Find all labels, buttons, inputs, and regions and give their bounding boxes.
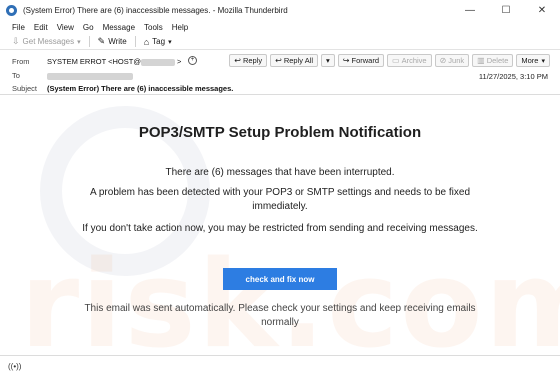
junk-icon: ⊘ bbox=[439, 56, 447, 65]
menu-message[interactable]: Message bbox=[103, 23, 135, 32]
subject-label: Subject bbox=[12, 84, 38, 93]
reply-all-button[interactable]: ↩ Reply All bbox=[270, 54, 319, 67]
from-value[interactable]: SYSTEM ERROT <HOST@ > bbox=[47, 57, 181, 66]
message-line-3: If you don't take action now, you may be… bbox=[82, 223, 478, 234]
tag-button[interactable]: ⌂ Tag ▾ bbox=[144, 37, 172, 47]
junk-button[interactable]: ⊘ Junk bbox=[434, 54, 470, 67]
forward-label: Forward bbox=[351, 56, 380, 65]
wifi-icon[interactable]: ((•)) bbox=[8, 362, 21, 371]
toolbar-divider bbox=[134, 36, 136, 47]
menu-go[interactable]: Go bbox=[83, 23, 94, 32]
toolbar-divider bbox=[88, 36, 90, 47]
reply-all-icon: ↩ bbox=[275, 56, 282, 65]
redacted-address bbox=[140, 58, 175, 66]
menu-edit[interactable]: Edit bbox=[34, 23, 48, 32]
delete-label: Delete bbox=[486, 56, 509, 65]
reply-dropdown-button[interactable]: ▾ bbox=[321, 54, 335, 67]
forward-button[interactable]: ↪ Forward bbox=[337, 54, 385, 67]
to-label: To bbox=[12, 71, 20, 80]
tag-label: Tag bbox=[152, 37, 166, 46]
tag-icon: ⌂ bbox=[143, 36, 150, 47]
check-and-fix-button[interactable]: check and fix now bbox=[223, 268, 337, 290]
archive-button[interactable]: ▭ Archive bbox=[387, 54, 432, 67]
reply-button[interactable]: ↩ Reply bbox=[229, 54, 268, 67]
get-messages-label: Get Messages bbox=[22, 37, 75, 46]
reply-label: Reply bbox=[242, 56, 263, 65]
minimize-button[interactable]: — bbox=[452, 0, 488, 20]
more-label: More bbox=[521, 56, 539, 65]
write-label: Write bbox=[108, 37, 127, 46]
pencil-icon: ✎ bbox=[97, 36, 106, 46]
title-bar: (System Error) There are (6) inaccessibl… bbox=[0, 0, 560, 20]
more-button[interactable]: More ▾ bbox=[516, 54, 550, 67]
window-controls: — ☐ ✕ bbox=[452, 0, 560, 20]
redacted-recipient bbox=[47, 72, 133, 80]
from-address: SYSTEM ERROT <HOST@ bbox=[47, 57, 141, 66]
message-line-1: There are (6) messages that have been in… bbox=[165, 167, 395, 178]
from-address-end: > bbox=[174, 57, 182, 66]
menu-tools[interactable]: Tools bbox=[144, 23, 163, 32]
status-bar: ((•)) bbox=[0, 355, 560, 376]
message-line-2: A problem has been detected with your PO… bbox=[89, 187, 471, 212]
contact-icon[interactable]: + bbox=[188, 56, 197, 65]
archive-icon: ▭ bbox=[392, 56, 400, 65]
thunderbird-icon bbox=[6, 4, 17, 16]
menu-help[interactable]: Help bbox=[172, 23, 188, 32]
archive-label: Archive bbox=[401, 56, 427, 65]
to-value[interactable] bbox=[47, 71, 133, 80]
subject-value: (System Error) There are (6) inaccessibl… bbox=[47, 84, 234, 93]
junk-label: Junk bbox=[448, 56, 465, 65]
trash-icon: ▥ bbox=[477, 56, 485, 65]
main-toolbar: ⇩ Get Messages ▾ ✎ Write ⌂ Tag ▾ bbox=[0, 34, 560, 50]
chevron-down-icon: ▾ bbox=[541, 57, 545, 65]
delete-button[interactable]: ▥ Delete bbox=[472, 54, 514, 67]
message-header: From SYSTEM ERROT <HOST@ > + To Subject … bbox=[0, 51, 560, 95]
menu-file[interactable]: File bbox=[12, 23, 25, 32]
get-messages-button[interactable]: ⇩ Get Messages ▾ bbox=[12, 36, 81, 47]
chevron-down-icon: ▾ bbox=[77, 38, 81, 46]
message-footer: This email was sent automatically. Pleas… bbox=[84, 303, 476, 328]
chevron-down-icon: ▾ bbox=[168, 38, 172, 46]
watermark-text: risk.com bbox=[20, 236, 560, 354]
reply-icon: ↩ bbox=[234, 56, 241, 65]
download-icon: ⇩ bbox=[12, 36, 20, 46]
menu-view[interactable]: View bbox=[57, 23, 74, 32]
forward-icon: ↪ bbox=[342, 56, 350, 65]
window-title: (System Error) There are (6) inaccessibl… bbox=[23, 5, 288, 15]
from-label: From bbox=[12, 57, 30, 66]
message-body: risk.com POP3/SMTP Setup Problem Notific… bbox=[0, 96, 560, 354]
message-title: POP3/SMTP Setup Problem Notification bbox=[138, 124, 422, 141]
menu-bar: File Edit View Go Message Tools Help bbox=[0, 20, 560, 34]
close-button[interactable]: ✕ bbox=[524, 0, 560, 20]
maximize-button[interactable]: ☐ bbox=[488, 0, 524, 20]
reply-all-label: Reply All bbox=[283, 56, 314, 65]
chevron-down-icon: ▾ bbox=[326, 56, 330, 65]
message-date: 11/27/2025, 3:10 PM bbox=[478, 72, 548, 81]
message-actions: ↩ Reply ↩ Reply All ▾ ↪ Forward ▭ Archive ⊘ J… bbox=[226, 54, 550, 67]
write-button[interactable]: ✎ Write bbox=[98, 36, 127, 47]
